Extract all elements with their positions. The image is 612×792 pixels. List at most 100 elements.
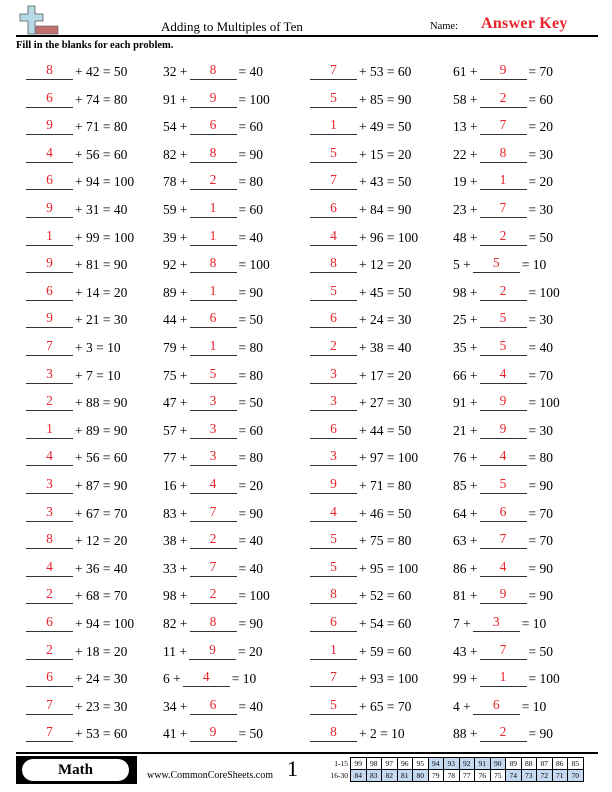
answer-blank[interactable]: 6: [189, 697, 237, 715]
answer-blank[interactable]: 4: [189, 476, 237, 494]
answer-blank[interactable]: 7: [310, 669, 357, 688]
answer-blank[interactable]: 5: [310, 531, 357, 550]
answer-blank[interactable]: 5: [479, 338, 527, 356]
answer-blank[interactable]: 4: [26, 145, 73, 163]
answer-blank[interactable]: 4: [479, 448, 527, 467]
answer-blank[interactable]: 3: [472, 614, 520, 632]
answer-blank[interactable]: 2: [479, 90, 527, 108]
answer-blank[interactable]: 3: [26, 504, 73, 522]
answer-blank[interactable]: 6: [26, 669, 73, 688]
answer-blank[interactable]: 9: [189, 90, 237, 108]
answer-blank[interactable]: 2: [479, 283, 527, 301]
answer-blank[interactable]: 6: [310, 310, 357, 329]
answer-blank[interactable]: 8: [189, 62, 237, 80]
answer-blank[interactable]: 8: [310, 724, 357, 743]
answer-blank[interactable]: 9: [189, 724, 237, 743]
answer-blank[interactable]: 7: [310, 172, 357, 191]
answer-blank[interactable]: 5: [310, 90, 357, 108]
answer-blank[interactable]: 5: [310, 145, 357, 163]
answer-blank[interactable]: 5: [189, 366, 237, 384]
answer-blank[interactable]: 6: [310, 614, 357, 632]
answer-blank[interactable]: 2: [189, 586, 237, 605]
answer-blank[interactable]: 3: [189, 393, 237, 412]
answer-blank[interactable]: 9: [479, 421, 527, 439]
website-link[interactable]: www.CommonCoreSheets.com: [147, 770, 273, 781]
answer-blank[interactable]: 5: [479, 310, 527, 329]
answer-blank[interactable]: 3: [310, 366, 357, 384]
answer-blank[interactable]: 1: [189, 200, 237, 218]
answer-blank[interactable]: 7: [189, 559, 237, 577]
answer-blank[interactable]: 2: [189, 172, 237, 191]
answer-blank[interactable]: 6: [26, 90, 73, 108]
answer-blank[interactable]: 5: [472, 255, 520, 274]
answer-blank[interactable]: 9: [26, 255, 73, 274]
answer-blank[interactable]: 4: [310, 228, 357, 246]
answer-blank[interactable]: 3: [189, 421, 237, 439]
answer-blank[interactable]: 6: [472, 697, 520, 715]
answer-blank[interactable]: 4: [479, 366, 527, 384]
answer-blank[interactable]: 9: [189, 642, 236, 660]
answer-blank[interactable]: 4: [182, 669, 230, 688]
answer-blank[interactable]: 9: [479, 62, 527, 80]
answer-blank[interactable]: 9: [26, 310, 73, 329]
answer-blank[interactable]: 8: [189, 614, 237, 632]
answer-blank[interactable]: 8: [26, 62, 73, 80]
answer-blank[interactable]: 5: [310, 559, 357, 577]
answer-blank[interactable]: 2: [26, 586, 73, 605]
answer-blank[interactable]: 1: [479, 669, 527, 688]
answer-blank[interactable]: 4: [26, 559, 73, 577]
answer-blank[interactable]: 6: [26, 614, 73, 632]
answer-blank[interactable]: 5: [310, 697, 357, 715]
answer-blank[interactable]: 7: [310, 62, 357, 80]
answer-blank[interactable]: 6: [479, 504, 527, 522]
answer-blank[interactable]: 7: [189, 504, 237, 522]
answer-blank[interactable]: 3: [26, 366, 73, 384]
answer-blank[interactable]: 2: [479, 724, 527, 743]
answer-blank[interactable]: 2: [26, 642, 73, 660]
answer-blank[interactable]: 8: [479, 145, 527, 163]
answer-blank[interactable]: 1: [189, 228, 237, 246]
answer-blank[interactable]: 6: [189, 117, 237, 136]
answer-blank[interactable]: 7: [26, 697, 73, 715]
answer-blank[interactable]: 4: [26, 448, 73, 467]
answer-blank[interactable]: 4: [479, 559, 527, 577]
answer-blank[interactable]: 8: [310, 255, 357, 274]
answer-blank[interactable]: 1: [310, 117, 357, 136]
answer-blank[interactable]: 8: [26, 531, 73, 550]
answer-blank[interactable]: 7: [479, 200, 527, 218]
answer-blank[interactable]: 1: [189, 338, 237, 356]
answer-blank[interactable]: 3: [26, 476, 73, 494]
answer-blank[interactable]: 1: [26, 421, 73, 439]
answer-blank[interactable]: 1: [310, 642, 357, 660]
answer-blank[interactable]: 3: [310, 393, 357, 412]
answer-blank[interactable]: 5: [310, 283, 357, 301]
answer-blank[interactable]: 2: [26, 393, 73, 412]
answer-blank[interactable]: 9: [479, 393, 527, 412]
answer-blank[interactable]: 7: [26, 724, 73, 743]
answer-blank[interactable]: 2: [479, 228, 527, 246]
answer-blank[interactable]: 1: [26, 228, 73, 246]
answer-blank[interactable]: 6: [26, 283, 73, 301]
answer-blank[interactable]: 1: [189, 283, 237, 301]
answer-blank[interactable]: 9: [26, 200, 73, 218]
answer-blank[interactable]: 9: [26, 117, 73, 136]
answer-blank[interactable]: 6: [310, 200, 357, 218]
answer-blank[interactable]: 7: [479, 531, 527, 550]
answer-blank[interactable]: 4: [310, 504, 357, 522]
answer-blank[interactable]: 6: [26, 172, 73, 191]
answer-blank[interactable]: 9: [310, 476, 357, 494]
answer-blank[interactable]: 8: [189, 145, 237, 163]
answer-blank[interactable]: 9: [479, 586, 527, 605]
answer-blank[interactable]: 7: [479, 642, 527, 660]
answer-blank[interactable]: 6: [189, 310, 237, 329]
answer-blank[interactable]: 2: [189, 531, 237, 550]
answer-blank[interactable]: 8: [189, 255, 237, 274]
answer-blank[interactable]: 8: [310, 586, 357, 605]
answer-blank[interactable]: 7: [26, 338, 73, 356]
answer-blank[interactable]: 7: [479, 117, 527, 136]
answer-blank[interactable]: 5: [479, 476, 527, 494]
answer-blank[interactable]: 2: [310, 338, 357, 356]
answer-blank[interactable]: 3: [310, 448, 357, 467]
answer-blank[interactable]: 3: [189, 448, 237, 467]
answer-blank[interactable]: 6: [310, 421, 357, 439]
